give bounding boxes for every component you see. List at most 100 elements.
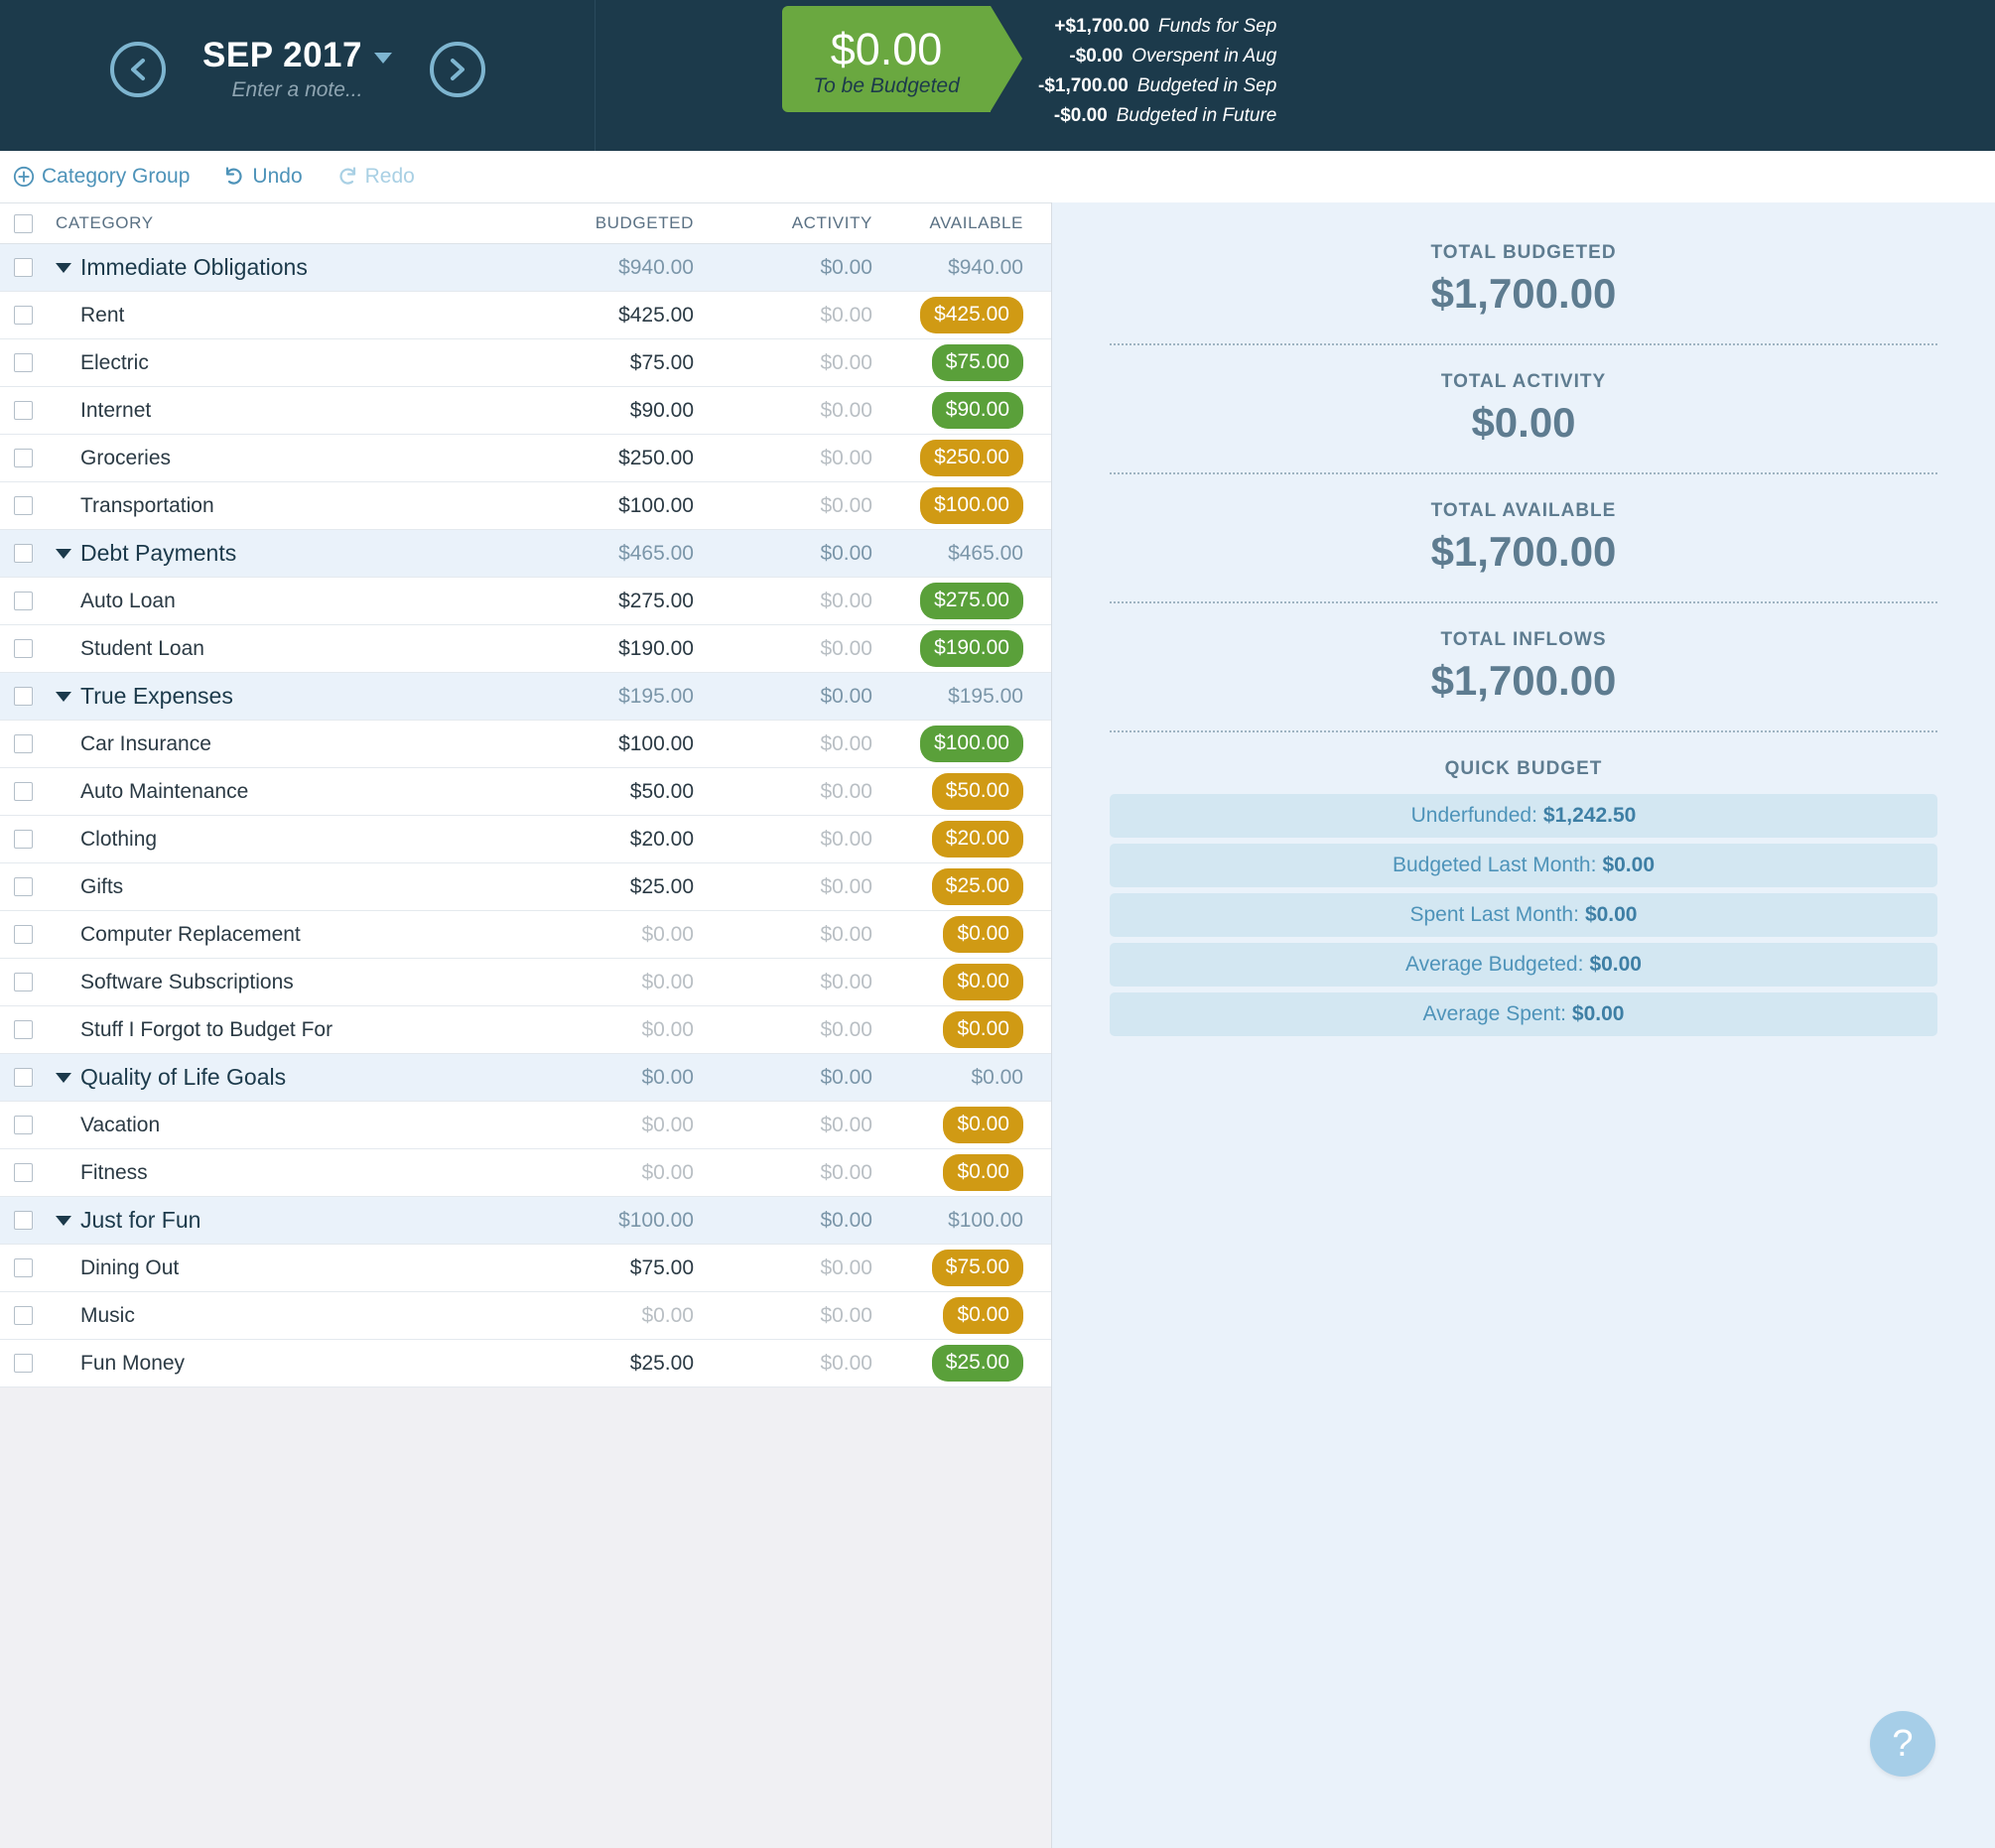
activity-cell[interactable]: $0.00	[694, 542, 872, 566]
available-pill[interactable]: $0.00	[943, 1107, 1023, 1143]
category-group-row[interactable]: Debt Payments $465.00 $0.00 $465.00	[0, 530, 1051, 578]
available-pill[interactable]: $0.00	[943, 1011, 1023, 1048]
available-pill[interactable]: $0.00	[943, 1297, 1023, 1334]
row-checkbox[interactable]	[13, 925, 33, 944]
table-row[interactable]: Dining Out $75.00 $0.00 $75.00	[0, 1245, 1051, 1292]
category-name-label[interactable]: Auto Loan	[80, 590, 176, 613]
category-name-label[interactable]: Fun Money	[80, 1352, 185, 1376]
row-checkbox[interactable]	[13, 449, 33, 467]
activity-cell[interactable]: $0.00	[694, 351, 872, 375]
table-row[interactable]: Vacation $0.00 $0.00 $0.00	[0, 1102, 1051, 1149]
budgeted-cell[interactable]: $90.00	[515, 399, 694, 423]
activity-cell[interactable]: $0.00	[694, 494, 872, 518]
row-checkbox[interactable]	[13, 639, 33, 658]
category-name-label[interactable]: Car Insurance	[80, 732, 211, 756]
available-pill[interactable]: $75.00	[931, 1250, 1023, 1286]
budgeted-cell[interactable]: $195.00	[515, 685, 694, 709]
available-pill[interactable]: $100.00	[920, 487, 1023, 524]
activity-cell[interactable]: $0.00	[694, 971, 872, 994]
row-checkbox[interactable]	[13, 592, 33, 610]
group-name-label[interactable]: Just for Fun	[80, 1207, 200, 1234]
activity-cell[interactable]: $0.00	[694, 1114, 872, 1137]
table-row[interactable]: Transportation $100.00 $0.00 $100.00	[0, 482, 1051, 530]
collapse-triangle-icon[interactable]	[56, 691, 71, 702]
row-checkbox[interactable]	[13, 782, 33, 801]
to-be-budgeted-banner[interactable]: $0.00 To be Budgeted	[782, 6, 1022, 113]
category-name-label[interactable]: Dining Out	[80, 1256, 179, 1280]
activity-cell[interactable]: $0.00	[694, 1018, 872, 1042]
budgeted-cell[interactable]: $465.00	[515, 542, 694, 566]
category-group-row[interactable]: Just for Fun $100.00 $0.00 $100.00	[0, 1197, 1051, 1245]
budgeted-cell[interactable]: $425.00	[515, 304, 694, 328]
month-note-input[interactable]: Enter a note...	[194, 78, 402, 102]
collapse-triangle-icon[interactable]	[56, 1072, 71, 1083]
activity-cell[interactable]: $0.00	[694, 1256, 872, 1280]
row-checkbox[interactable]	[13, 353, 33, 372]
collapse-triangle-icon[interactable]	[56, 262, 71, 273]
budgeted-cell[interactable]: $100.00	[515, 494, 694, 518]
column-header-available[interactable]: AVAILABLE	[872, 213, 1051, 233]
chevron-down-icon[interactable]	[374, 52, 392, 64]
activity-cell[interactable]: $0.00	[694, 1352, 872, 1376]
budgeted-cell[interactable]: $190.00	[515, 637, 694, 661]
category-name-label[interactable]: Fitness	[80, 1161, 148, 1185]
row-checkbox[interactable]	[13, 973, 33, 991]
category-name-label[interactable]: Vacation	[80, 1114, 160, 1137]
activity-cell[interactable]: $0.00	[694, 1161, 872, 1185]
table-row[interactable]: Fitness $0.00 $0.00 $0.00	[0, 1149, 1051, 1197]
activity-cell[interactable]: $0.00	[694, 256, 872, 280]
collapse-triangle-icon[interactable]	[56, 1215, 71, 1226]
category-group-row[interactable]: True Expenses $195.00 $0.00 $195.00	[0, 673, 1051, 721]
available-pill[interactable]: $0.00	[943, 916, 1023, 953]
activity-cell[interactable]: $0.00	[694, 828, 872, 852]
budgeted-cell[interactable]: $100.00	[515, 1209, 694, 1233]
budgeted-cell[interactable]: $75.00	[515, 1256, 694, 1280]
next-month-button[interactable]	[429, 42, 485, 97]
available-pill[interactable]: $425.00	[920, 297, 1023, 333]
table-row[interactable]: Student Loan $190.00 $0.00 $190.00	[0, 625, 1051, 673]
activity-cell[interactable]: $0.00	[694, 304, 872, 328]
category-name-label[interactable]: Electric	[80, 351, 149, 375]
category-group-row[interactable]: Immediate Obligations $940.00 $0.00 $940.00	[0, 244, 1051, 292]
budgeted-cell[interactable]: $0.00	[515, 1304, 694, 1328]
budgeted-cell[interactable]: $275.00	[515, 590, 694, 613]
add-category-group-button[interactable]: Category Group	[8, 162, 195, 192]
quick-budget-button[interactable]: Average Spent: $0.00	[1110, 992, 1937, 1036]
row-checkbox[interactable]	[13, 544, 33, 563]
quick-budget-button[interactable]: Spent Last Month: $0.00	[1110, 893, 1937, 937]
activity-cell[interactable]: $0.00	[694, 399, 872, 423]
activity-cell[interactable]: $0.00	[694, 1066, 872, 1090]
table-row[interactable]: Gifts $25.00 $0.00 $25.00	[0, 863, 1051, 911]
budgeted-cell[interactable]: $100.00	[515, 732, 694, 756]
available-pill[interactable]: $75.00	[931, 344, 1023, 381]
row-checkbox[interactable]	[13, 1354, 33, 1373]
help-button[interactable]: ?	[1870, 1711, 1935, 1777]
table-row[interactable]: Auto Loan $275.00 $0.00 $275.00	[0, 578, 1051, 625]
collapse-triangle-icon[interactable]	[56, 548, 71, 559]
table-row[interactable]: Computer Replacement $0.00 $0.00 $0.00	[0, 911, 1051, 959]
available-pill[interactable]: $90.00	[931, 392, 1023, 429]
budgeted-cell[interactable]: $75.00	[515, 351, 694, 375]
category-name-label[interactable]: Internet	[80, 399, 151, 423]
table-row[interactable]: Electric $75.00 $0.00 $75.00	[0, 339, 1051, 387]
available-pill[interactable]: $190.00	[920, 630, 1023, 667]
table-row[interactable]: Software Subscriptions $0.00 $0.00 $0.00	[0, 959, 1051, 1006]
row-checkbox[interactable]	[13, 496, 33, 515]
budgeted-cell[interactable]: $20.00	[515, 828, 694, 852]
column-header-category[interactable]: CATEGORY	[46, 213, 515, 233]
quick-budget-button[interactable]: Average Budgeted: $0.00	[1110, 943, 1937, 987]
row-checkbox[interactable]	[13, 306, 33, 325]
activity-cell[interactable]: $0.00	[694, 637, 872, 661]
group-name-label[interactable]: Debt Payments	[80, 540, 236, 567]
table-row[interactable]: Music $0.00 $0.00 $0.00	[0, 1292, 1051, 1340]
row-checkbox[interactable]	[13, 258, 33, 277]
table-row[interactable]: Auto Maintenance $50.00 $0.00 $50.00	[0, 768, 1051, 816]
column-header-activity[interactable]: ACTIVITY	[694, 213, 872, 233]
budgeted-cell[interactable]: $0.00	[515, 1018, 694, 1042]
row-checkbox[interactable]	[13, 1306, 33, 1325]
row-checkbox[interactable]	[13, 1258, 33, 1277]
category-name-label[interactable]: Groceries	[80, 447, 171, 470]
available-pill[interactable]: $100.00	[920, 726, 1023, 762]
row-checkbox[interactable]	[13, 1116, 33, 1134]
available-pill[interactable]: $275.00	[920, 583, 1023, 619]
